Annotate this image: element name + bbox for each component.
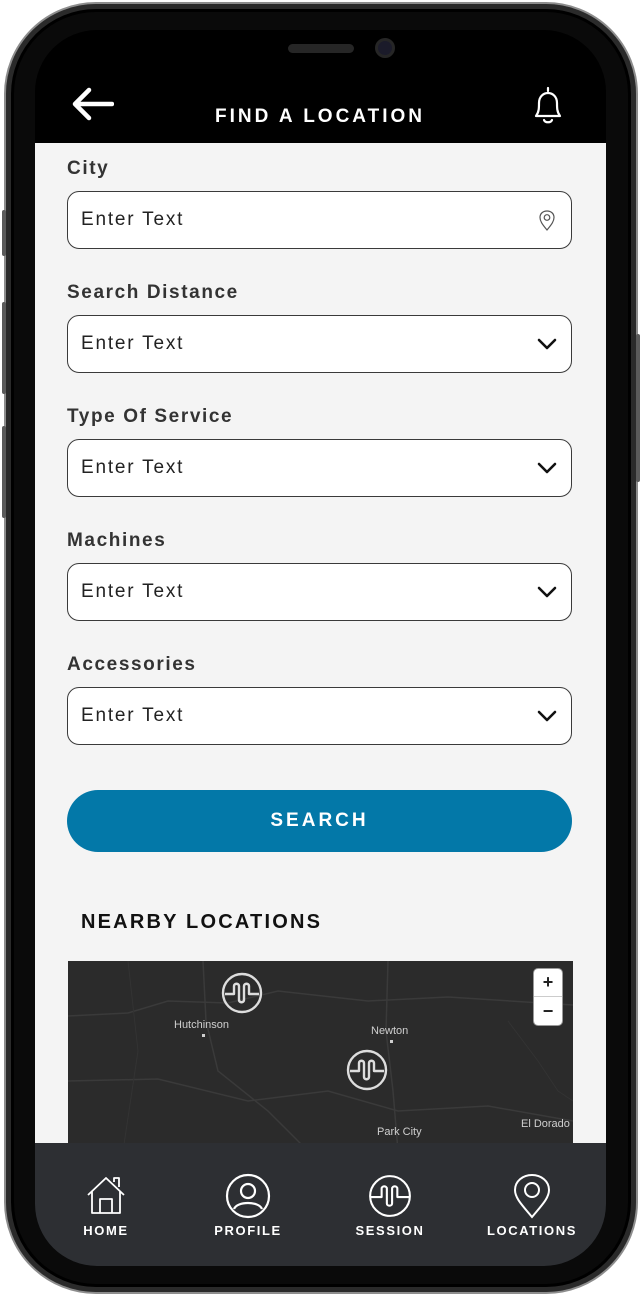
location-pin-icon [513,1173,551,1219]
location-marker-icon[interactable] [345,1048,389,1092]
accessories-label: Accessories [67,654,197,675]
back-arrow-icon[interactable] [70,86,114,122]
zoom-out-button[interactable]: − [534,997,562,1025]
phone-side-button [636,334,640,482]
zoom-in-button[interactable]: + [534,969,562,997]
search-distance-select[interactable] [67,315,572,373]
city-field[interactable] [67,191,572,249]
nav-label: PROFILE [214,1223,282,1238]
chevron-down-icon[interactable] [535,456,559,480]
map[interactable]: Hutchinson Newton Park City El Dorado + … [68,961,573,1143]
city-label: City [67,158,110,179]
type-of-service-label: Type Of Service [67,406,234,427]
nav-label: LOCATIONS [487,1223,577,1238]
map-place-dot [202,1034,205,1037]
phone-side-button [2,210,6,256]
session-icon [369,1175,411,1217]
type-of-service-input[interactable] [81,440,511,495]
accessories-select[interactable] [67,687,572,745]
location-marker-icon[interactable] [220,971,264,1015]
bottom-nav: HOME PROFILE SESSION LOCATIONS [35,1143,606,1266]
nearby-locations-title: NEARBY LOCATIONS [81,911,323,933]
map-place-label: Newton [371,1025,409,1037]
search-button[interactable]: SEARCH [67,790,572,852]
bell-icon[interactable] [527,84,569,128]
phone-side-button [2,426,6,518]
camera [375,38,395,58]
nav-item-home[interactable]: HOME [35,1143,177,1266]
chevron-down-icon[interactable] [535,704,559,728]
chevron-down-icon[interactable] [535,580,559,604]
search-distance-label: Search Distance [67,282,239,303]
page-title: FIND A LOCATION [215,106,425,127]
map-place-dot [390,1040,393,1043]
map-place-label: Park City [377,1126,422,1138]
nav-label: SESSION [355,1223,425,1238]
profile-icon [225,1173,271,1219]
home-icon [87,1177,125,1214]
type-of-service-select[interactable] [67,439,572,497]
search-distance-input[interactable] [81,316,511,371]
search-form: City Search Distance Type Of Service Mac… [35,143,606,1143]
nav-item-locations[interactable]: LOCATIONS [461,1143,603,1266]
map-place-label: El Dorado [521,1118,570,1130]
phone-side-button [2,302,6,394]
map-roads [68,961,573,1143]
machines-label: Machines [67,530,167,551]
map-zoom-controls: + − [534,969,562,1025]
city-input[interactable] [81,192,511,247]
speaker-grille [288,44,354,53]
machines-select[interactable] [67,563,572,621]
location-pin-icon [539,210,555,231]
chevron-down-icon[interactable] [535,332,559,356]
machines-input[interactable] [81,564,511,619]
accessories-input[interactable] [81,688,511,743]
nav-label: HOME [83,1223,129,1238]
nav-item-session[interactable]: SESSION [319,1143,461,1266]
nav-item-profile[interactable]: PROFILE [177,1143,319,1266]
map-place-label: Hutchinson [174,1019,230,1031]
